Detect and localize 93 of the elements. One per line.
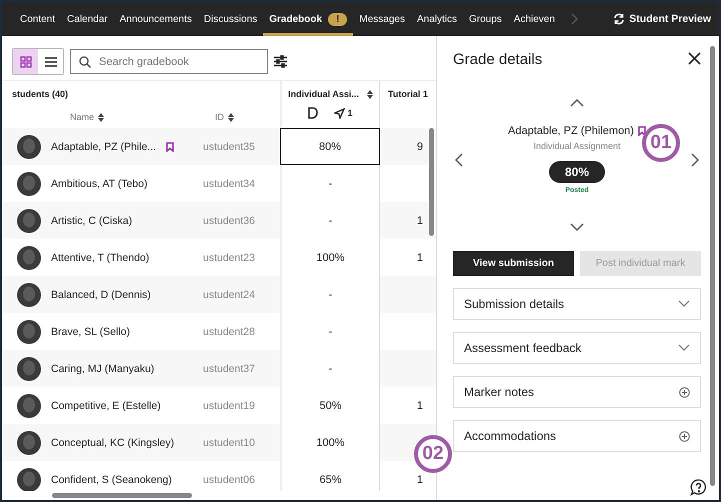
nav-tab[interactable]: Content <box>14 2 62 36</box>
callout-number: 02 <box>414 435 452 473</box>
student-name[interactable]: Brave, SL (Sello) <box>51 326 130 338</box>
avatar-icon <box>17 172 41 196</box>
nav-tab[interactable]: Messages <box>353 2 411 36</box>
avatar-icon <box>17 394 41 418</box>
column-header[interactable]: ID <box>215 112 224 122</box>
plus-icon <box>679 430 690 442</box>
filter-icon[interactable] <box>274 55 287 68</box>
avatar-icon <box>17 246 41 270</box>
student-id: ustudent37 <box>203 362 255 374</box>
nav-tab[interactable]: Announcements <box>114 2 198 36</box>
grade-cell[interactable]: - <box>280 276 380 313</box>
chevron-down-icon <box>678 344 690 352</box>
student-count: students (40) <box>12 89 70 99</box>
chevron-down-icon <box>678 300 690 308</box>
nav-tab[interactable]: Achieven <box>508 2 561 36</box>
nav-tab[interactable]: Discussions <box>198 2 264 36</box>
grade-cell[interactable]: 1 <box>416 474 423 486</box>
avatar-icon <box>17 282 41 306</box>
grade-cell[interactable]: - <box>280 313 380 350</box>
accordion-section[interactable]: Accommodations <box>453 420 701 452</box>
alert-badge: ! <box>328 12 348 26</box>
student-name[interactable]: Balanced, D (Dennis) <box>51 288 151 300</box>
nav-tab[interactable]: Gradebook ! <box>263 2 354 36</box>
scrollbar-thumb[interactable] <box>429 128 434 236</box>
student-id: ustudent34 <box>203 178 255 190</box>
search-icon <box>79 56 91 68</box>
student-id: ustudent28 <box>203 326 255 338</box>
student-id: ustudent24 <box>203 288 255 300</box>
assignment-name: Individual Assignment <box>533 141 621 151</box>
student-name[interactable]: Artistic, C (Ciska) <box>51 214 132 226</box>
grade-cell[interactable]: 100% <box>280 239 380 276</box>
sort-icon[interactable] <box>366 90 373 98</box>
student-name[interactable]: Attentive, T (Thendo) <box>51 252 150 264</box>
grade-cell[interactable]: - <box>280 202 380 239</box>
grade-cell[interactable]: 80% <box>280 128 380 165</box>
grade-cell[interactable]: 1 <box>416 252 423 264</box>
sort-icon[interactable] <box>98 112 104 122</box>
nav-tab[interactable]: Analytics <box>410 2 463 36</box>
student-name[interactable]: Confident, S (Seanokeng) <box>51 474 172 486</box>
student-id: ustudent10 <box>203 436 255 448</box>
student-name[interactable]: Adaptable, PZ (Phile... <box>51 140 156 152</box>
grid-icon <box>20 56 32 68</box>
student-name[interactable]: Competitive, E (Estelle) <box>51 400 161 412</box>
send-icon <box>334 108 346 118</box>
panel-title: Grade details <box>453 51 542 68</box>
list-icon <box>44 56 56 68</box>
student-name: Adaptable, PZ (Philemon) <box>508 125 634 137</box>
avatar-icon <box>17 468 41 491</box>
student-name[interactable]: Conceptual, KC (Kingsley) <box>51 436 174 448</box>
nav-tab[interactable]: Groups <box>463 2 508 36</box>
plus-icon <box>679 386 690 398</box>
student-id: ustudent06 <box>203 474 255 486</box>
student-id: ustudent35 <box>203 140 255 152</box>
student-id: ustudent23 <box>203 252 255 264</box>
student-name[interactable]: Caring, MJ (Manyaku) <box>51 362 154 374</box>
close-button[interactable] <box>688 52 701 68</box>
column-header[interactable]: Name <box>70 112 94 122</box>
scrollbar-thumb[interactable] <box>52 493 192 498</box>
grade-cell[interactable]: 1 <box>416 214 423 226</box>
grade-cell[interactable]: 65% <box>280 461 380 491</box>
refresh-icon <box>613 13 626 25</box>
student-id: ustudent36 <box>203 214 255 226</box>
sort-icon[interactable] <box>228 112 234 122</box>
grade-cell[interactable]: 50% <box>280 387 380 424</box>
avatar-icon <box>17 320 41 344</box>
column-header[interactable]: Tutorial 1 <box>388 89 428 99</box>
grade-cell[interactable]: 9 <box>416 140 423 152</box>
avatar-icon <box>17 134 41 158</box>
grade-cell[interactable]: - <box>280 350 380 387</box>
scrollbar-thumb[interactable] <box>710 46 715 486</box>
document-icon <box>308 107 318 119</box>
action-button[interactable]: View submission <box>453 251 574 276</box>
help-icon[interactable] <box>690 479 707 496</box>
column-header[interactable]: Individual Assi... <box>288 89 359 99</box>
callout-number: 01 <box>642 124 680 162</box>
grade-cell[interactable]: - <box>280 165 380 202</box>
student-id: ustudent19 <box>203 400 255 412</box>
submission-count: 1 <box>347 108 352 118</box>
avatar-icon <box>17 208 41 232</box>
avatar-icon <box>17 356 41 380</box>
accordion-section[interactable]: Assessment feedback <box>453 332 701 364</box>
grade-cell[interactable]: 100% <box>280 424 380 461</box>
accordion-section[interactable]: Submission details <box>453 288 701 320</box>
accordion-section[interactable]: Marker notes <box>453 376 701 408</box>
nav-tab[interactable]: Calendar <box>61 2 114 36</box>
grade-cell[interactable]: 1 <box>416 400 423 412</box>
grade-pill: 80% <box>548 161 605 183</box>
student-name[interactable]: Ambitious, AT (Tebo) <box>51 178 148 190</box>
search-field[interactable]: Search gradebook <box>70 49 268 74</box>
student-preview-button[interactable]: Student Preview <box>613 2 719 36</box>
avatar-icon <box>17 430 41 454</box>
